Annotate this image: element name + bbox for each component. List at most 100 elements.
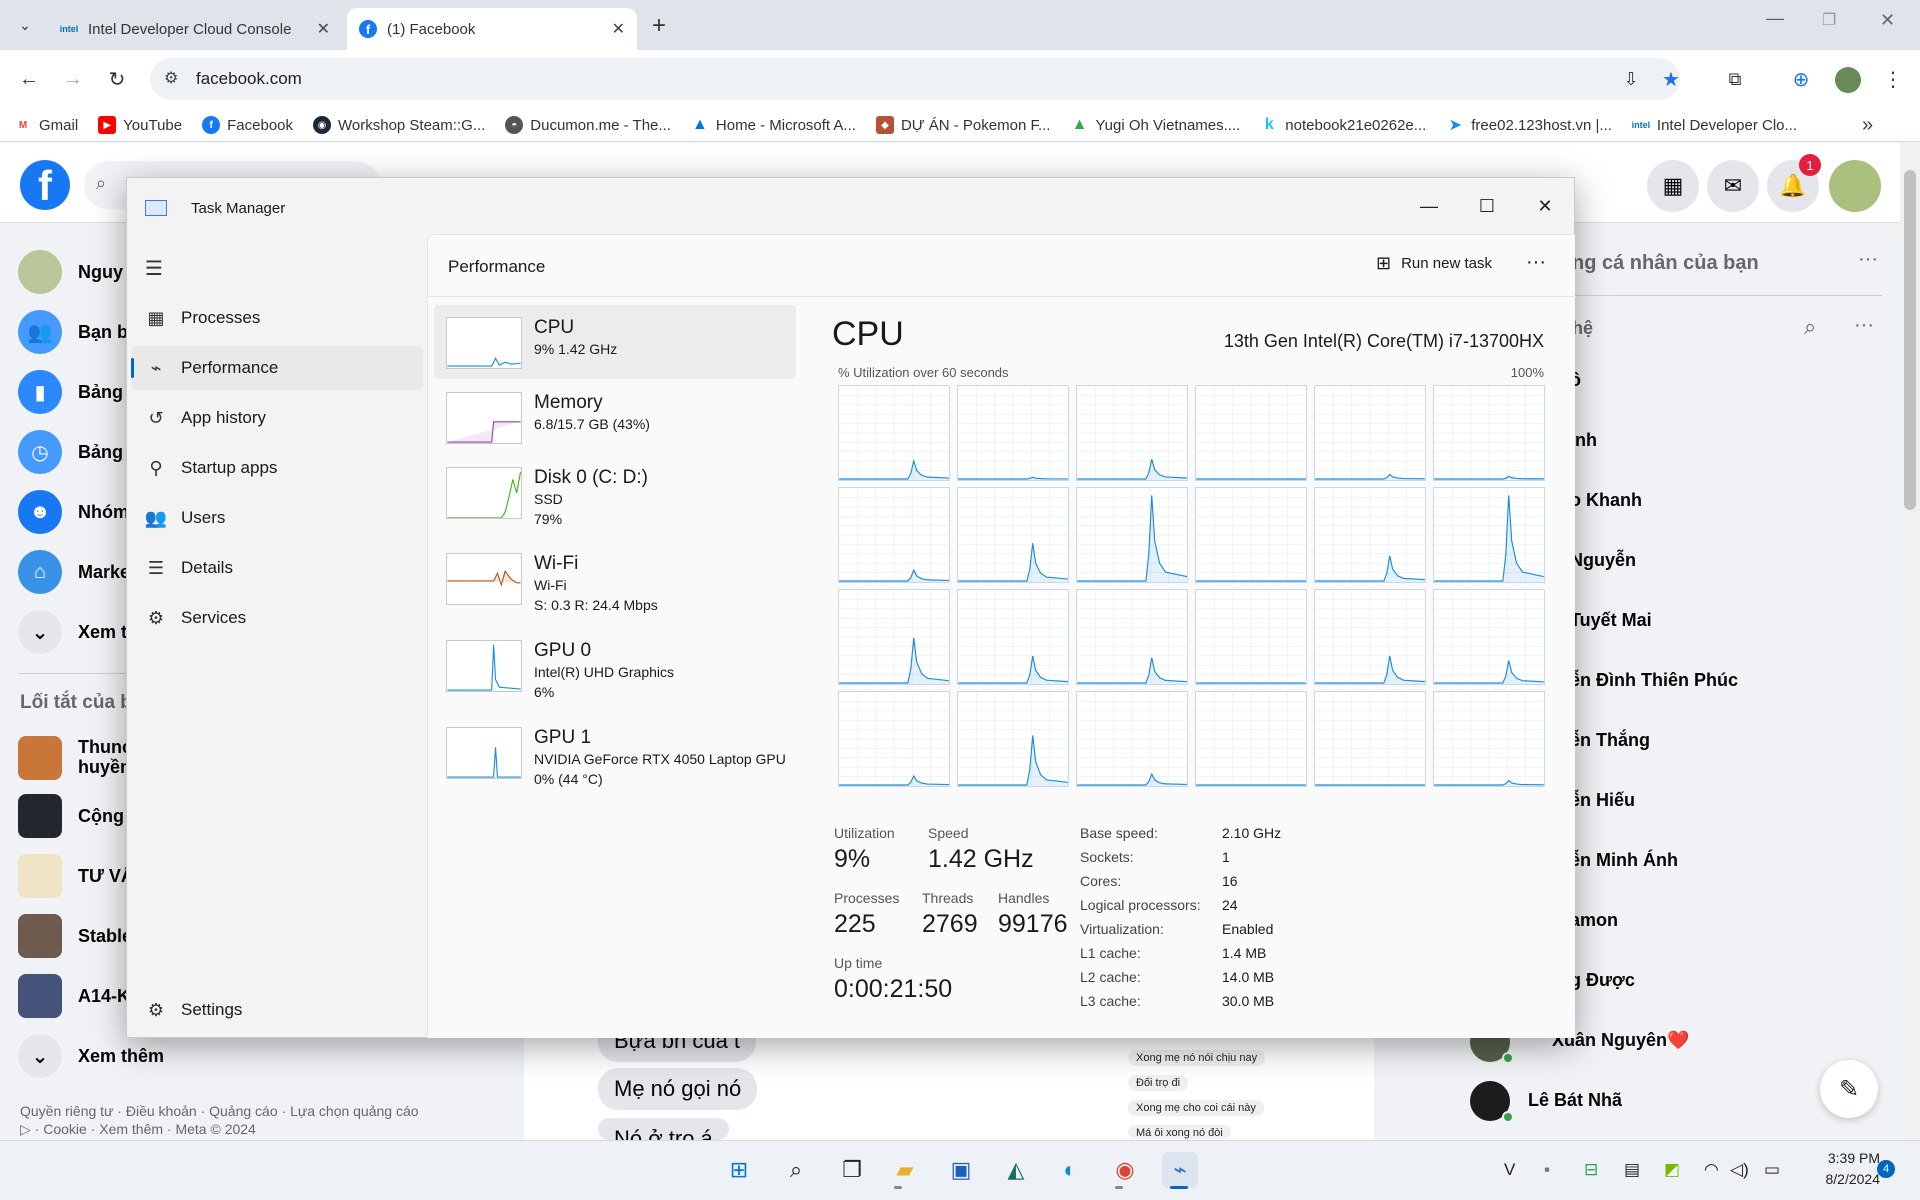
profile-avatar[interactable] [1835,67,1861,93]
resource-memory[interactable]: Memory 6.8/15.7 GB (43%) [434,380,796,454]
bookmark-kaggle[interactable]: k notebook21e0262e... [1260,116,1426,134]
resource-disk[interactable]: Disk 0 (C: D:) SSD 79% [434,455,796,529]
back-button[interactable]: ← [14,64,44,94]
menu-grid-icon[interactable]: ▦ [1647,160,1699,212]
contact-item[interactable]: Lê Bát Nhã [1528,1090,1622,1111]
clock-time[interactable]: 3:39 PM [1790,1150,1880,1166]
shortcut-item[interactable]: TƯ VẤ [18,851,134,901]
bookmark-facebook[interactable]: f Facebook [202,116,293,134]
bookmark-azure[interactable]: ▲ Home - Microsoft A... [691,116,856,134]
address-bar[interactable]: ⚙ facebook.com [150,58,1680,100]
shortcut-item[interactable]: Stable [18,911,132,961]
notification-center-badge[interactable]: 4 [1877,1160,1895,1178]
bookmark-youtube[interactable]: ▶ YouTube [98,116,182,134]
run-new-task-button[interactable]: ⊞ Run new task [1376,253,1492,274]
bookmark-star-icon[interactable]: ★ [1656,64,1686,94]
tab-intel[interactable]: intel Intel Developer Cloud Console ✕ [48,8,342,50]
site-settings-icon[interactable]: ⚙ [164,68,178,88]
clock-date[interactable]: 8/2/2024 [1790,1171,1881,1187]
contact-item[interactable]: ễn Đình Thiên Phúc [1570,670,1738,691]
more-options-icon[interactable]: ··· [1854,314,1874,337]
task-manager-taskbar-icon[interactable]: ⌁ [1162,1152,1198,1188]
start-button[interactable]: ⊞ [721,1152,757,1188]
install-app-icon[interactable]: ⇩ [1616,64,1646,94]
leftnav-groups[interactable]: ☻ Nhóm [18,487,129,537]
more-options-icon[interactable]: ··· [1526,251,1546,274]
contact-item[interactable]: Tuyết Mai [1570,610,1652,631]
shortcut-item[interactable]: Cộng [18,791,124,841]
edge-browser-icon[interactable]: ◐ [1052,1152,1088,1188]
bookmark-drive[interactable]: ▲ Yugi Oh Vietnames.... [1070,116,1241,134]
contact-item[interactable]: amon [1570,910,1618,931]
bookmark-ducumon[interactable]: ◓ Ducumon.me - The... [505,116,671,134]
close-icon[interactable]: ✕ [612,19,625,39]
chrome-menu-icon[interactable]: ⋮ [1878,64,1908,94]
profile-avatar[interactable] [1829,160,1881,212]
battery-icon[interactable]: ▭ [1764,1160,1780,1180]
microsoft-store-icon[interactable]: ▣ [943,1152,979,1188]
nav-app-history[interactable]: ↺ App history [131,396,423,440]
leftnav-marketplace[interactable]: ⌂ Marke [18,547,130,597]
nav-details[interactable]: ☰ Details [131,546,423,590]
bookmark-pokemon[interactable]: ◆ DỰ ÁN - Pokemon F... [875,116,1050,134]
predator-sense-icon[interactable]: ◭ [998,1152,1034,1188]
tray-app-icon[interactable]: ▤ [1624,1160,1640,1180]
more-options-icon[interactable]: ··· [1858,248,1878,271]
bookmark-intel[interactable]: intel Intel Developer Clo... [1632,116,1797,134]
bookmark-steam[interactable]: ◉ Workshop Steam::G... [313,116,485,134]
facebook-logo[interactable]: f [20,160,70,210]
contact-item[interactable]: g Được [1570,970,1635,991]
bookmark-gmail[interactable]: M Gmail [14,116,78,134]
close-icon[interactable]: ✕ [317,19,330,39]
contact-item[interactable]: ễn Thắng [1570,730,1650,751]
search-icon[interactable]: ⌕ [778,1152,814,1188]
minimize-button[interactable]: — [1411,192,1447,220]
scrollbar-thumb[interactable] [1904,170,1916,510]
bookmarks-overflow-button[interactable]: » [1862,114,1873,137]
nav-users[interactable]: 👥 Users [131,496,423,540]
close-button[interactable]: ✕ [1527,192,1563,220]
reload-button[interactable]: ↻ [102,64,132,94]
tab-facebook[interactable]: f (1) Facebook ✕ [347,8,637,50]
volume-icon[interactable]: ◁) [1730,1160,1749,1180]
search-icon[interactable]: ⌕ [1804,314,1816,340]
resource-gpu1[interactable]: GPU 1 NVIDIA GeForce RTX 4050 Laptop GPU… [434,715,796,789]
window-close-button[interactable]: ✕ [1880,10,1895,31]
tray-app-icon[interactable]: ▪ [1544,1160,1550,1180]
window-minimize-button[interactable]: — [1766,8,1784,29]
shortcut-item[interactable]: A14-K [18,971,130,1021]
forward-button[interactable]: → [58,64,88,94]
leftnav-dashboard[interactable]: ▮ Bảng [18,367,123,417]
leftnav-see-more[interactable]: ⌄ Xem t [18,607,127,657]
downloads-icon[interactable]: ⊕ [1786,64,1816,94]
hamburger-menu-icon[interactable]: ☰ [145,256,163,281]
file-explorer-icon[interactable]: ▰ [887,1152,923,1188]
messenger-icon[interactable]: ✉ [1707,160,1759,212]
new-tab-button[interactable]: + [652,12,666,40]
leftnav-profile[interactable]: Nguy [18,247,123,297]
task-view-icon[interactable]: ❐ [834,1152,870,1188]
facebook-footer[interactable]: Quyền riêng tư · Điều khoản · Quảng cáo … [20,1102,420,1138]
window-restore-button[interactable]: ❐ [1822,10,1836,30]
nav-settings[interactable]: ⚙ Settings [131,988,423,1032]
nav-services[interactable]: ⚙ Services [131,596,423,640]
bookmark-host[interactable]: ➤ free02.123host.vn |... [1446,116,1612,135]
chrome-browser-icon[interactable]: ◉ [1107,1152,1143,1188]
maximize-button[interactable]: ☐ [1469,192,1505,220]
resource-cpu[interactable]: CPU 9% 1.42 GHz [434,305,796,379]
tab-search-button[interactable]: ⌄ [10,10,40,40]
contact-item[interactable]: ễn Minh Ánh [1570,850,1678,871]
nav-performance[interactable]: ⌁ Performance [131,346,423,390]
tray-app-icon[interactable]: ⊟ [1584,1160,1598,1180]
extensions-icon[interactable]: ⧉ [1720,64,1750,94]
contact-item[interactable]: ễn Hiếu [1570,790,1635,811]
leftnav-friends[interactable]: 👥 Bạn b [18,307,128,357]
nav-startup-apps[interactable]: ⚲ Startup apps [131,446,423,490]
wifi-icon[interactable]: ◠ [1704,1160,1719,1180]
shortcuts-see-more[interactable]: ⌄ Xem thêm [18,1031,164,1081]
nvidia-icon[interactable]: ◩ [1664,1160,1680,1180]
contact-item[interactable]: Nguyễn [1570,550,1636,571]
contact-item[interactable]: o Khanh [1570,490,1642,511]
shortcut-item[interactable]: Thunc huyền [18,733,132,783]
resource-gpu0[interactable]: GPU 0 Intel(R) UHD Graphics 6% [434,628,796,702]
